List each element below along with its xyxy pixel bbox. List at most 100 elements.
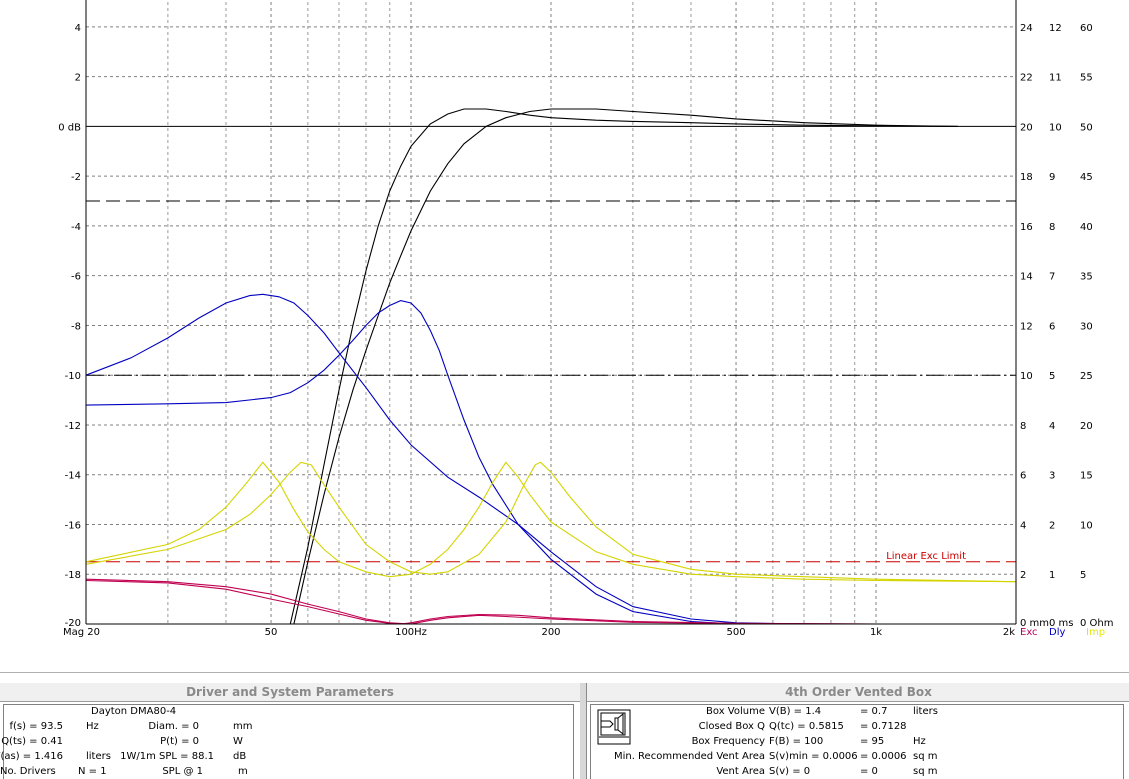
- param-value-2[interactable]: = 0.7: [860, 706, 887, 718]
- right-axis-tick-imp: 15: [1080, 471, 1093, 482]
- right-axis-tick-dly: 9: [1049, 172, 1055, 183]
- right-axis-tick-dly: 8: [1049, 222, 1055, 233]
- panel-body: Box Volume V(B) = 1.4 = 0.7 liters Closed Bo…: [590, 704, 1124, 779]
- param-value[interactable]: S(v)min = 0.0006: [769, 751, 858, 763]
- qts-value[interactable]: Q(ts) = 0.41: [1, 736, 63, 748]
- right-axis-tick-exc: 22: [1020, 73, 1033, 84]
- x-tick-label: Mag 20: [63, 627, 100, 638]
- param-value-2[interactable]: = 95: [860, 736, 884, 748]
- vas-value[interactable]: V(as) = 1.416: [0, 751, 63, 763]
- param-name: Closed Box Q: [698, 721, 765, 732]
- spl-at-unit: m: [238, 766, 248, 777]
- param-unit[interactable]: liters: [913, 706, 938, 718]
- y-tick-label: -8: [71, 321, 81, 332]
- right-axis-tick-exc: 18: [1020, 172, 1033, 183]
- right-axis-tick-imp: 50: [1080, 122, 1093, 133]
- axes: 420 dB-2-4-6-8-10-12-14-16-18-20Mag 20 50…: [58, 0, 1114, 638]
- right-axis-tick-dly: 3: [1049, 471, 1055, 482]
- param-value-2[interactable]: = 0.0006: [860, 751, 907, 763]
- param-value[interactable]: Q(tc) = 0.5815: [769, 721, 844, 733]
- right-axis-tick-imp: 60: [1080, 23, 1093, 34]
- driver-parameters-panel: Driver and System Parameters Dayton DMA8…: [0, 683, 581, 779]
- series-lines: [85, 108, 1017, 625]
- driver-name[interactable]: Dayton DMA80-4: [91, 706, 176, 718]
- right-axis-tick-imp: 30: [1080, 321, 1093, 332]
- right-axis-tick-imp: 35: [1080, 272, 1093, 283]
- right-axis-tick-dly: 10: [1049, 122, 1062, 133]
- right-axis-tick-exc: 24: [1020, 23, 1033, 34]
- spl-value[interactable]: 1W/1m SPL = 88.1: [120, 751, 214, 763]
- y-tick-label: -14: [65, 471, 81, 482]
- y-tick-label: -16: [65, 520, 81, 531]
- right-axis-tick-exc: 2: [1020, 570, 1026, 581]
- param-unit[interactable]: Hz: [913, 736, 926, 748]
- right-axis-tick-exc: 12: [1020, 321, 1033, 332]
- y-tick-label: -6: [71, 272, 81, 283]
- y-tick-label: -12: [65, 421, 81, 432]
- y-tick-label: -4: [71, 222, 81, 233]
- vented-box-icon[interactable]: [597, 709, 631, 745]
- right-axis-tick-dly: 5: [1049, 371, 1055, 382]
- right-axis-tick-exc: 6: [1020, 471, 1026, 482]
- param-value-2[interactable]: = 0: [860, 766, 878, 778]
- right-axis-tick-imp: 55: [1080, 73, 1093, 84]
- right-axis-tick-exc: 16: [1020, 222, 1033, 233]
- right-axis-tick-exc: 8: [1020, 421, 1026, 432]
- vented-box-panel: 4th Order Vented Box Box Volume V(B) = 1.…: [586, 683, 1129, 779]
- right-axis-tick-dly: 6: [1049, 321, 1055, 332]
- right-axis-tick-imp: 40: [1080, 222, 1093, 233]
- series-line-5: [85, 461, 1017, 583]
- param-value[interactable]: F(B) = 100: [769, 736, 823, 748]
- num-drivers-label: No. Drivers: [0, 766, 56, 777]
- right-axis-tick-imp: 10: [1080, 520, 1093, 531]
- right-axis-name-imp: Imp: [1086, 627, 1105, 638]
- pt-unit: W: [233, 736, 243, 747]
- response-chart: Linear Exc Limit 4 2 0 dB -2 -4 -6 -8 -10 -12 -14…: [58, 0, 1114, 638]
- right-axis-tick-exc: 20: [1020, 122, 1033, 133]
- panel-title: 4th Order Vented Box: [587, 683, 1129, 702]
- right-axis-name-exc: Exc: [1020, 627, 1038, 638]
- panel-title: Driver and System Parameters: [0, 683, 580, 702]
- x-tick-label: 1k: [870, 627, 882, 638]
- y-tick-label: -2: [71, 172, 81, 183]
- x-tick-label: 100Hz: [395, 627, 427, 638]
- right-axis-tick-imp: 20: [1080, 421, 1093, 432]
- right-axis-tick-imp: 45: [1080, 172, 1093, 183]
- fs-unit: Hz: [86, 721, 99, 732]
- fs-value[interactable]: f(s) = 93.5: [9, 721, 63, 733]
- right-axis-name-dly: Dly: [1049, 627, 1065, 638]
- param-value-2[interactable]: = 0.7128: [860, 721, 907, 733]
- right-axis-tick-exc: 14: [1020, 272, 1033, 283]
- param-value[interactable]: S(v) = 0: [769, 766, 810, 778]
- num-drivers-value[interactable]: N = 1: [78, 766, 107, 778]
- spl-at-value[interactable]: SPL @ 1: [162, 766, 203, 778]
- grid: [86, 2, 1016, 624]
- right-axis-tick-imp: 25: [1080, 371, 1093, 382]
- right-axis-tick-dly: 12: [1049, 23, 1062, 34]
- linear-exc-limit-label: Linear Exc Limit: [886, 551, 966, 562]
- param-name: Min. Recommended Vent Area: [613, 751, 765, 762]
- diam-unit: mm: [233, 721, 253, 732]
- vas-unit: liters: [86, 751, 111, 762]
- panel-body: Dayton DMA80-4 f(s) = 93.5 Hz Q(ts) = 0.…: [0, 704, 574, 779]
- y-tick-label: -10: [65, 371, 81, 382]
- param-unit[interactable]: sq m: [913, 766, 937, 778]
- pt-value[interactable]: P(t) = 0: [160, 736, 199, 748]
- right-axis-tick-dly: 2: [1049, 520, 1055, 531]
- param-unit[interactable]: sq m: [913, 751, 937, 763]
- y-tick-label: 0 dB: [58, 122, 81, 133]
- right-axis-tick-dly: 4: [1049, 421, 1055, 432]
- series-line-2: [293, 108, 958, 625]
- diam-value[interactable]: Diam. = 0: [148, 721, 199, 733]
- right-axis-tick-dly: 1: [1049, 570, 1055, 581]
- right-axis-tick-imp: 5: [1080, 570, 1086, 581]
- param-value[interactable]: V(B) = 1.4: [769, 706, 821, 718]
- right-axis-tick-exc: 4: [1020, 520, 1026, 531]
- param-name: Box Frequency: [691, 736, 765, 747]
- right-axis-tick-exc: 10: [1020, 371, 1033, 382]
- y-tick-label: 4: [75, 23, 81, 34]
- y-tick-label: -18: [65, 570, 81, 581]
- param-name: Vent Area: [716, 766, 765, 777]
- y-tick-label: 2: [75, 73, 81, 84]
- series-line-4: [85, 300, 1016, 625]
